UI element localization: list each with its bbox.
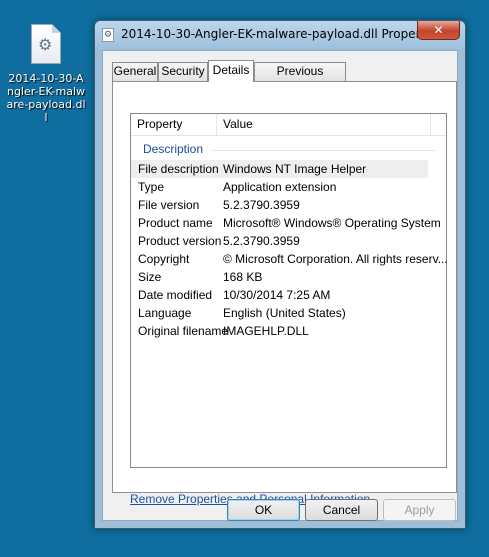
property-value: Windows NT Image Helper [223, 162, 367, 176]
list-row[interactable]: Copyright © Microsoft Corporation. All r… [131, 250, 448, 268]
desktop-file-label: 2014-10-30-Angler-EK-malware-payload.dll [6, 72, 86, 124]
property-value: Microsoft® Windows® Operating System [223, 216, 441, 230]
property-value: 5.2.3790.3959 [223, 198, 300, 212]
file-icon: ⚙ [102, 28, 114, 42]
column-header-value[interactable]: Value [217, 114, 431, 136]
property-value: Application extension [223, 180, 337, 194]
cancel-button[interactable]: Cancel [305, 499, 378, 521]
details-panel: Property Value Description File descript… [112, 81, 457, 506]
list-row[interactable]: Date modified 10/30/2014 7:25 AM [131, 286, 446, 304]
property-name: File version [138, 198, 200, 212]
property-name: Date modified [138, 288, 213, 302]
column-header-property[interactable]: Property [131, 114, 217, 136]
list-row[interactable]: Original filename IMAGEHLP.DLL [131, 322, 446, 340]
group-label: Description [143, 142, 204, 156]
title-bar[interactable]: ⚙ 2014-10-30-Angler-EK-malware-payload.d… [95, 21, 465, 49]
desktop-file-icon[interactable]: ⚙ 2014-10-30-Angler-EK-malware-payload.d… [6, 24, 86, 124]
group-divider [211, 150, 436, 151]
list-row[interactable]: Product name Microsoft® Windows® Operati… [131, 214, 446, 232]
properties-window: ⚙ 2014-10-30-Angler-EK-malware-payload.d… [94, 20, 466, 529]
tab-details[interactable]: Details [208, 60, 254, 82]
list-row[interactable]: Language English (United States) [131, 304, 446, 322]
property-value: 5.2.3790.3959 [223, 234, 300, 248]
dll-file-icon: ⚙ [31, 24, 61, 64]
window-title: 2014-10-30-Angler-EK-malware-payload.dll… [121, 27, 443, 41]
tab-security[interactable]: Security [158, 62, 208, 81]
dialog-client-area: General Security Details Previous Versio… [102, 50, 458, 521]
property-name: File description [138, 162, 219, 176]
close-button[interactable]: ✕ [417, 21, 460, 40]
property-value: IMAGEHLP.DLL [223, 324, 309, 338]
property-value: English (United States) [223, 306, 346, 320]
list-row[interactable]: Size 168 KB [131, 268, 446, 286]
list-row[interactable]: Type Application extension [131, 178, 446, 196]
list-row[interactable]: File version 5.2.3790.3959 [131, 196, 446, 214]
list-row[interactable]: File description Windows NT Image Helper [131, 160, 428, 178]
property-value: 168 KB [223, 270, 263, 284]
list-row[interactable]: Product version 5.2.3790.3959 [131, 232, 446, 250]
tab-previous-versions[interactable]: Previous Versions [254, 62, 346, 95]
property-value: 10/30/2014 7:25 AM [223, 288, 331, 302]
property-value: © Microsoft Corporation. All rights rese… [223, 252, 448, 266]
property-name: Product name [138, 216, 213, 230]
list-header: Property Value [131, 114, 446, 136]
tab-general[interactable]: General [112, 62, 158, 81]
property-name: Original filename [138, 324, 229, 338]
gear-icon: ⚙ [38, 35, 53, 54]
property-name: Copyright [138, 252, 190, 266]
group-header-description: Description [131, 138, 446, 160]
details-list[interactable]: Property Value Description File descript… [130, 113, 448, 468]
property-name: Product version [138, 234, 222, 248]
property-name: Type [138, 180, 165, 194]
property-name: Language [138, 306, 192, 320]
ok-button[interactable]: OK [227, 499, 300, 521]
apply-button[interactable]: Apply [383, 499, 456, 521]
property-name: Size [138, 270, 162, 284]
